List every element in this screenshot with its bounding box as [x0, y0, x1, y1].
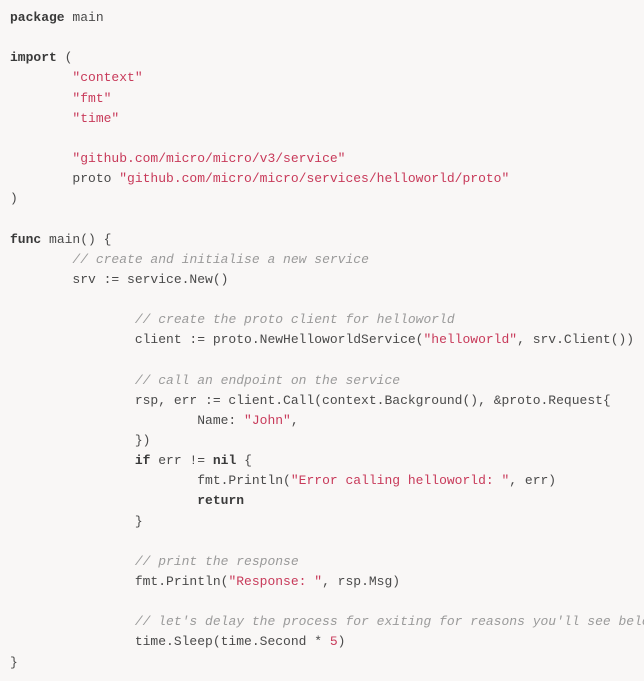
keyword-nil: nil: [213, 453, 236, 468]
line-sleep-c: ): [338, 634, 346, 649]
line-close-if: }: [10, 514, 143, 529]
keyword-if: if: [135, 453, 151, 468]
string-john: "John": [244, 413, 291, 428]
import-service: "github.com/micro/micro/v3/service": [72, 151, 345, 166]
import-context: "context": [72, 70, 142, 85]
import-paren-open: (: [57, 50, 73, 65]
import-fmt: "fmt": [72, 91, 111, 106]
keyword-import: import: [10, 50, 57, 65]
line-sleep-a: time.Sleep(time.Second *: [10, 634, 330, 649]
func-main-sig: main() {: [41, 232, 111, 247]
line-if-b: err !=: [150, 453, 212, 468]
line-close-func: }: [10, 655, 18, 670]
comment-print-response: // print the response: [135, 554, 299, 569]
keyword-package: package: [10, 10, 65, 25]
import-proto-path: "github.com/micro/micro/services/hellowo…: [119, 171, 509, 186]
line-if-d: {: [236, 453, 252, 468]
package-name: main: [65, 10, 104, 25]
import-proto-alias: proto: [10, 171, 119, 186]
line-println-rsp-a: fmt.Println(: [10, 574, 228, 589]
line-println-err-c: , err): [509, 473, 556, 488]
import-time: "time": [72, 111, 119, 126]
amp: &: [494, 393, 502, 408]
string-error: "Error calling helloworld: ": [291, 473, 509, 488]
keyword-func: func: [10, 232, 41, 247]
comment-create-service: // create and initialise a new service: [72, 252, 368, 267]
string-response: "Response: ": [228, 574, 322, 589]
code-block: package main import ( "context" "fmt" "t…: [10, 8, 634, 673]
import-paren-close: ): [10, 191, 18, 206]
line-name-a: Name:: [10, 413, 244, 428]
comment-call-endpoint: // call an endpoint on the service: [135, 373, 400, 388]
number-5: 5: [330, 634, 338, 649]
line-close-brace: }): [10, 433, 150, 448]
keyword-return: return: [197, 493, 244, 508]
line-call-a: rsp, err := client.Call(context.Backgrou…: [10, 393, 494, 408]
line-client-new-c: , srv.Client()): [517, 332, 634, 347]
line-client-new-a: client := proto.NewHelloworldService(: [10, 332, 423, 347]
string-helloworld: "helloworld": [423, 332, 517, 347]
line-srv-new: srv := service.New(): [10, 272, 228, 287]
comment-create-client: // create the proto client for helloworl…: [135, 312, 455, 327]
comment-delay: // let's delay the process for exiting f…: [135, 614, 644, 629]
line-name-c: ,: [291, 413, 299, 428]
line-println-rsp-c: , rsp.Msg): [322, 574, 400, 589]
line-println-err-a: fmt.Println(: [10, 473, 291, 488]
line-call-c: proto.Request{: [502, 393, 611, 408]
